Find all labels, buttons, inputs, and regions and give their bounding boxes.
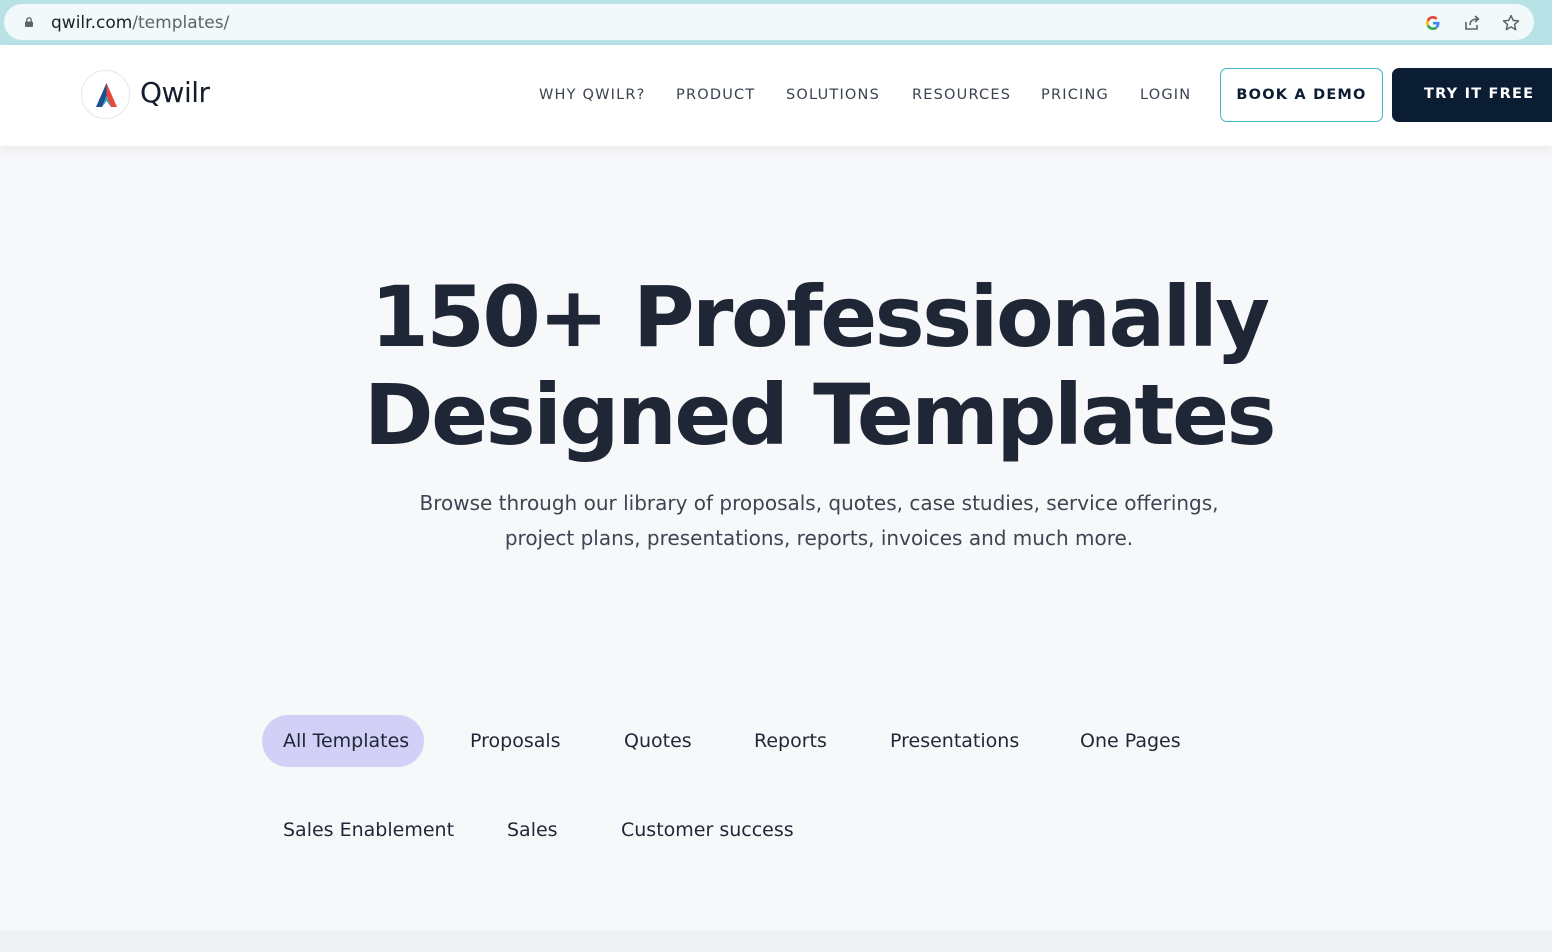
url-host: qwilr.com bbox=[51, 13, 133, 33]
url-path: /templates/ bbox=[132, 13, 230, 33]
filter-reports[interactable]: Reports bbox=[733, 715, 848, 767]
logo-text[interactable]: Qwilr bbox=[140, 76, 210, 109]
page-title-line-2: Designed Templates bbox=[363, 366, 1277, 464]
nav-solutions[interactable]: SOLUTIONS bbox=[786, 87, 880, 103]
filter-quotes[interactable]: Quotes bbox=[603, 715, 713, 767]
filter-sales-enablement[interactable]: Sales Enablement bbox=[262, 804, 475, 856]
bookmark-star-icon[interactable] bbox=[1501, 13, 1521, 33]
share-icon[interactable] bbox=[1462, 13, 1482, 33]
lock-icon bbox=[25, 17, 33, 27]
logo-mark-icon bbox=[96, 83, 117, 107]
browser-toolbar: qwilr.com/templates/ bbox=[0, 0, 1552, 45]
nav-product[interactable]: PRODUCT bbox=[676, 87, 755, 103]
qwilr-logo-icon[interactable] bbox=[81, 70, 130, 119]
nav-why-qwilr[interactable]: WHY QWILR? bbox=[539, 87, 646, 103]
page-title: 150+ Professionally Designed Templates bbox=[0, 268, 1552, 464]
google-icon[interactable] bbox=[1423, 13, 1443, 33]
filter-sales[interactable]: Sales bbox=[486, 804, 579, 856]
site-header: Qwilr WHY QWILR? PRODUCT SOLUTIONS RESOU… bbox=[0, 45, 1552, 146]
filter-customer-success[interactable]: Customer success bbox=[600, 804, 815, 856]
filter-proposals[interactable]: Proposals bbox=[449, 715, 582, 767]
filter-one-pages[interactable]: One Pages bbox=[1059, 715, 1202, 767]
section-divider bbox=[0, 931, 1552, 952]
page-subtitle: Browse through our library of proposals,… bbox=[0, 486, 1552, 556]
try-free-label: TRY IT FREE bbox=[1424, 86, 1535, 102]
filter-presentations[interactable]: Presentations bbox=[869, 715, 1040, 767]
nav-resources[interactable]: RESOURCES bbox=[912, 87, 1011, 103]
page-subtitle-line-2: project plans, presentations, reports, i… bbox=[504, 526, 1134, 550]
page-subtitle-line-1: Browse through our library of proposals,… bbox=[419, 491, 1219, 515]
nav-login[interactable]: LOGIN bbox=[1140, 87, 1191, 103]
nav-pricing[interactable]: PRICING bbox=[1041, 87, 1109, 103]
book-demo-button[interactable]: BOOK A DEMO bbox=[1220, 68, 1383, 122]
filter-all-templates[interactable]: All Templates bbox=[262, 715, 424, 767]
try-free-button[interactable]: TRY IT FREE bbox=[1392, 68, 1552, 122]
url-text: qwilr.com/templates/ bbox=[51, 13, 229, 33]
book-demo-label: BOOK A DEMO bbox=[1236, 87, 1367, 103]
page-title-line-1: 150+ Professionally bbox=[370, 268, 1270, 366]
address-bar[interactable]: qwilr.com/templates/ bbox=[4, 4, 1534, 40]
